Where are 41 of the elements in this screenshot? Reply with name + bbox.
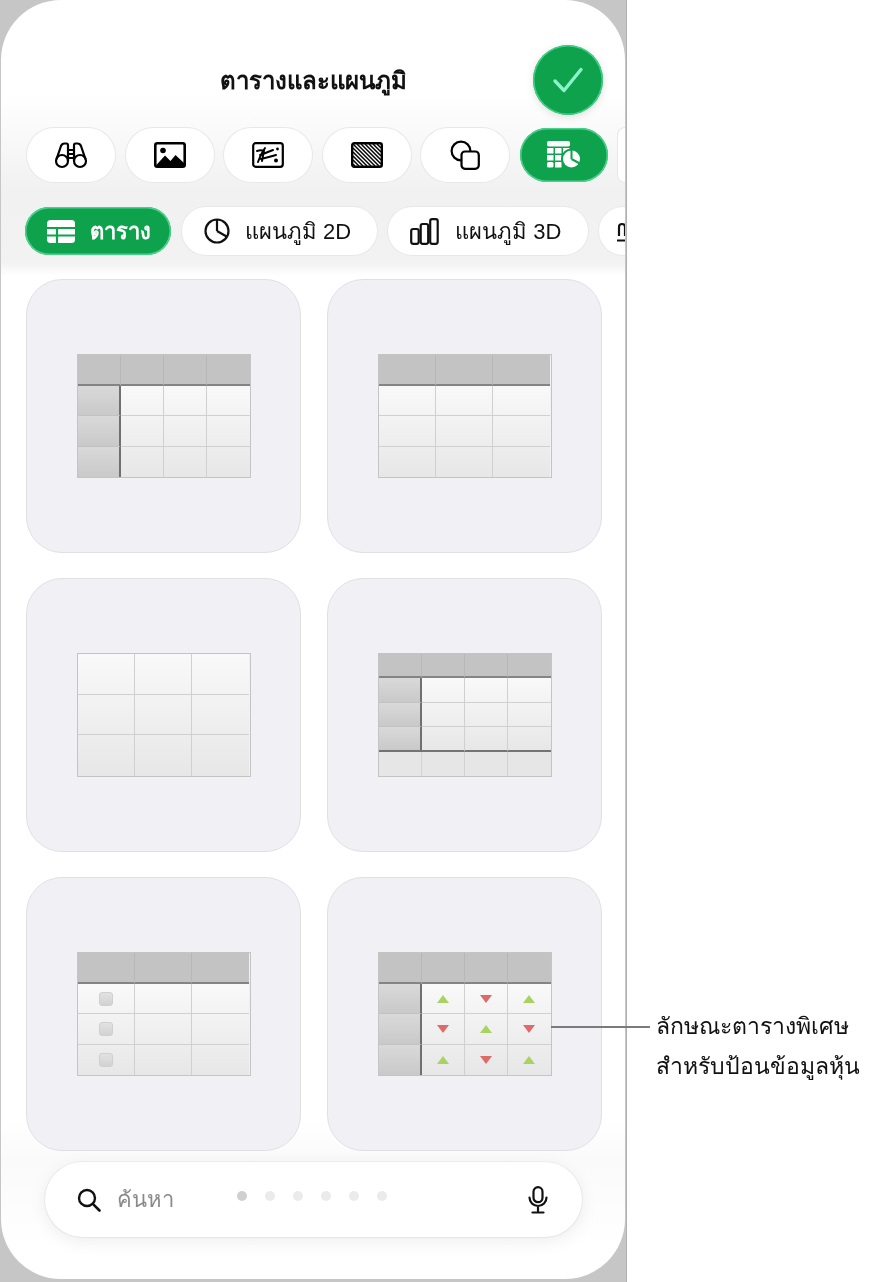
- table-style-card[interactable]: [327, 279, 602, 553]
- category-tab[interactable]: [598, 207, 625, 255]
- search-icon: [77, 1187, 101, 1212]
- insert-tab[interactable]: [224, 128, 312, 182]
- search-field[interactable]: ค้นหา: [117, 1186, 207, 1213]
- table-chart-icon: [545, 140, 582, 170]
- table-style-card[interactable]: [26, 877, 301, 1151]
- insert-tab[interactable]: [322, 128, 411, 182]
- binoculars-icon: [54, 141, 88, 169]
- callout-text: ลักษณะตารางพิเศษ สำหรับป้อนข้อมูลหุ้น: [656, 1012, 860, 1082]
- table-style-card[interactable]: [26, 279, 301, 553]
- down-triangle-icon: [437, 1025, 449, 1034]
- page-dot[interactable]: [237, 1191, 247, 1201]
- done-button[interactable]: [533, 45, 603, 115]
- table-style-card[interactable]: [327, 578, 602, 852]
- panel-title: ตารางและแผนภูมิ: [219, 65, 407, 98]
- microphone-icon[interactable]: [528, 1185, 548, 1214]
- insert-tab[interactable]: [421, 128, 509, 182]
- insert-tab[interactable]: [125, 128, 214, 182]
- pie-chart-icon: [204, 218, 230, 244]
- table-style-card[interactable]: [327, 877, 602, 1151]
- up-triangle-icon: [480, 1025, 492, 1034]
- up-triangle-icon: [523, 1055, 535, 1064]
- checkbox-icon: [99, 1022, 114, 1037]
- insert-tab[interactable]: [27, 128, 115, 182]
- down-triangle-icon: [523, 1025, 535, 1034]
- checkmark-icon: [552, 67, 584, 93]
- up-triangle-icon: [523, 994, 535, 1003]
- table-icon: [47, 219, 75, 243]
- hatched-rectangle-icon: [350, 142, 383, 168]
- scribble-frame-icon: [252, 142, 284, 168]
- up-triangle-icon: [437, 994, 449, 1003]
- category-tab[interactable]: แผนภูมิ 2D: [182, 207, 378, 255]
- photo-icon: [153, 142, 186, 168]
- bar-chart-icon: [410, 217, 441, 245]
- category-tab[interactable]: แผนภูมิ 3D: [388, 207, 588, 255]
- shapes-icon: [450, 140, 480, 170]
- down-triangle-icon: [480, 994, 492, 1003]
- up-triangle-icon: [437, 1055, 449, 1064]
- table-style-card[interactable]: [26, 578, 301, 852]
- down-triangle-icon: [480, 1055, 492, 1064]
